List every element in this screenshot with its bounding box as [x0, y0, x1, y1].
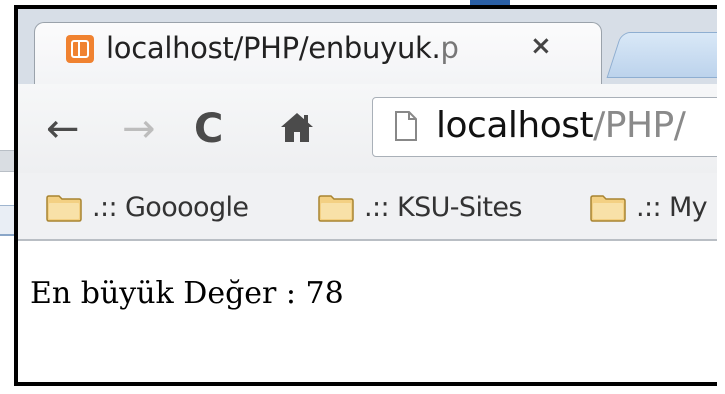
background-window-edge: [0, 205, 14, 236]
new-tab-button[interactable]: [606, 32, 717, 78]
bookmark-label: .:: Goooogle: [92, 192, 249, 223]
url-text[interactable]: localhost/PHP/: [436, 105, 686, 146]
bookmark-label: .:: My: [636, 192, 708, 223]
page-icon: [394, 110, 418, 142]
background-window-edge: [0, 150, 14, 172]
close-tab-icon[interactable]: ×: [530, 31, 552, 61]
browser-window: localhost/PHP/enbuyuk.p × ← → C localhos…: [14, 5, 717, 386]
reload-icon[interactable]: C: [194, 109, 223, 149]
folder-icon: [318, 194, 354, 222]
page-content: [18, 241, 717, 382]
result-text: En büyük Değer : 78: [30, 276, 344, 311]
back-arrow-icon[interactable]: ←: [46, 109, 80, 149]
xampp-favicon-icon: [66, 35, 94, 63]
bookmark-ksu-sites[interactable]: .:: KSU-Sites: [318, 192, 522, 223]
forward-arrow-icon[interactable]: →: [122, 109, 156, 149]
home-icon[interactable]: [280, 111, 314, 143]
bookmark-label: .:: KSU-Sites: [364, 192, 522, 223]
bookmark-goooogle[interactable]: .:: Goooogle: [46, 192, 249, 223]
folder-icon: [590, 194, 626, 222]
bookmark-my[interactable]: .:: My: [590, 192, 708, 223]
tab-title: localhost/PHP/enbuyuk.p: [106, 31, 459, 65]
desktop-background: [0, 0, 14, 394]
folder-icon: [46, 194, 82, 222]
